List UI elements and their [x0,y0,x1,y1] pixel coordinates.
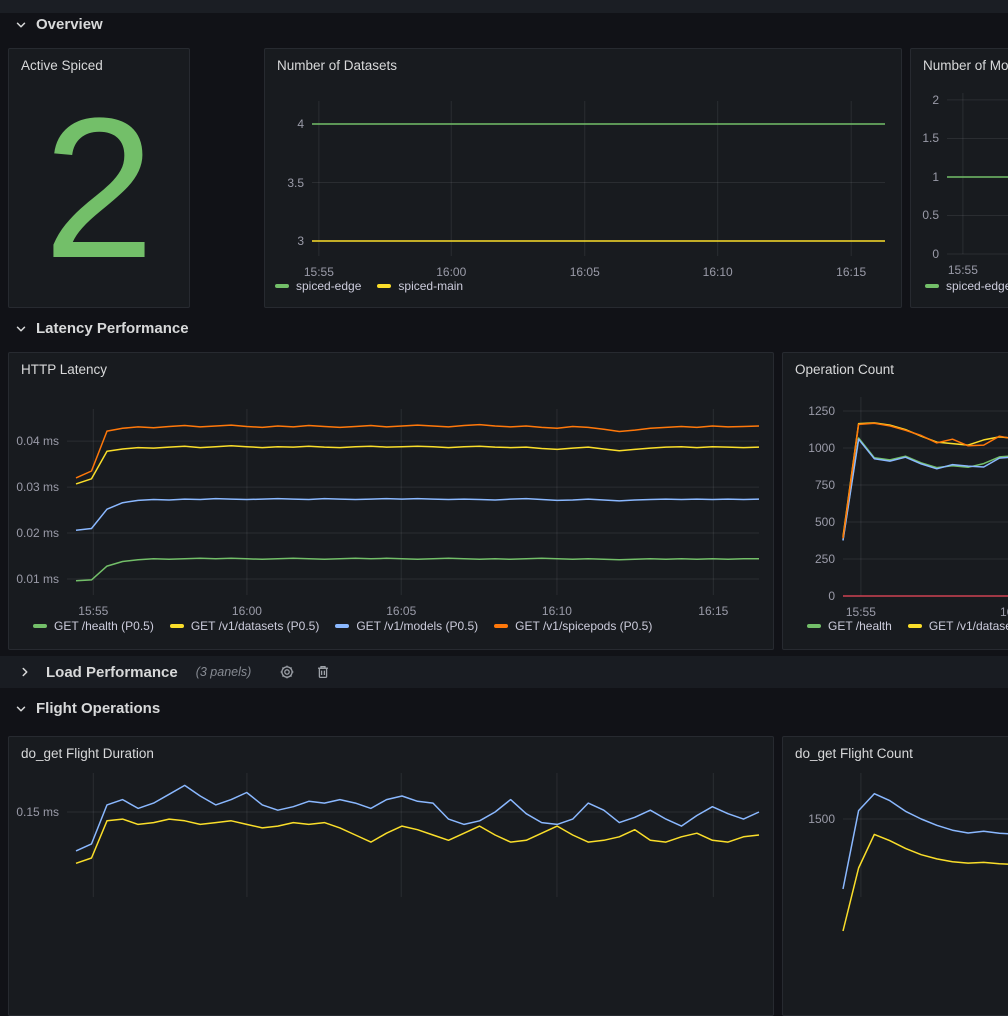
panel-number-of-datasets: Number of Datasets 43.5315:5516:0016:051… [264,48,902,308]
legend-label: spiced-main [398,279,463,293]
legend-label: GET /v1/spicepods (P0.5) [515,619,652,633]
legend-label: GET /v1/datasets [929,619,1008,633]
legend-item[interactable]: spiced-main [377,279,463,293]
chart-legend: spiced-edge spiced-main [275,279,463,293]
legend-item[interactable]: GET /health [807,619,892,633]
legend-swatch [170,624,184,628]
series-line [76,446,759,484]
panel-title[interactable]: Operation Count [795,362,894,377]
chart-canvas[interactable] [783,353,1008,649]
panel-number-of-models: Number of Models 21.510.5015:55spiced-ed… [910,48,1008,308]
legend-item[interactable]: GET /v1/datasets [908,619,1008,633]
section-header-overview[interactable]: Overview [14,16,103,33]
panel-do-get-flight-duration: do_get Flight Duration 0.15 ms [8,736,774,1016]
panel-title[interactable]: HTTP Latency [21,362,107,377]
legend-item[interactable]: GET /v1/spicepods (P0.5) [494,619,652,633]
panel-title[interactable]: Active Spiced [21,58,103,73]
stat-value: 2 [9,71,189,307]
panel-title[interactable]: do_get Flight Count [795,746,913,761]
panel-http-latency: HTTP Latency 0.04 ms0.03 ms0.02 ms0.01 m… [8,352,774,650]
chevron-right-icon [18,665,32,679]
chart-canvas[interactable] [783,737,1008,1015]
series-line [76,499,759,531]
section-header-load-performance[interactable]: Load Performance (3 panels) [0,656,1008,688]
section-title: Latency Performance [36,320,189,337]
legend-item[interactable]: spiced-edge [925,279,1008,293]
panel-title[interactable]: do_get Flight Duration [21,746,154,761]
legend-swatch [335,624,349,628]
timeseries-chart[interactable]: 12501000750500250015:5516:00GET /healthG… [783,353,1008,649]
section-header-latency-performance[interactable]: Latency Performance [14,320,189,337]
chevron-down-icon [14,322,28,336]
section-header-flight-operations[interactable]: Flight Operations [14,700,160,717]
chevron-down-icon [14,702,28,716]
legend-swatch [925,284,939,288]
panel-title[interactable]: Number of Datasets [277,58,397,73]
timeseries-chart[interactable]: 0.15 ms [9,737,773,1015]
section-title: Load Performance [46,664,178,681]
legend-label: spiced-edge [946,279,1008,293]
legend-item[interactable]: GET /v1/models (P0.5) [335,619,478,633]
section-title: Overview [36,16,103,33]
chart-legend: spiced-edge [925,279,1008,293]
legend-label: spiced-edge [296,279,361,293]
legend-swatch [807,624,821,628]
series-line [76,819,759,863]
chart-legend: GET /health (P0.5) GET /v1/datasets (P0.5… [33,619,652,633]
legend-label: GET /v1/models (P0.5) [356,619,478,633]
legend-swatch [377,284,391,288]
legend-label: GET /health [828,619,892,633]
panel-do-get-flight-count: do_get Flight Count 1500 [782,736,1008,1016]
series-line [843,423,1008,537]
chart-canvas[interactable] [265,49,901,307]
legend-item[interactable]: GET /v1/datasets (P0.5) [170,619,320,633]
timeseries-chart[interactable]: 21.510.5015:55spiced-edge [911,49,1008,307]
panel-operation-count: Operation Count 12501000750500250015:551… [782,352,1008,650]
series-line [76,558,759,581]
legend-swatch [33,624,47,628]
legend-label: GET /health (P0.5) [54,619,154,633]
legend-item[interactable]: spiced-edge [275,279,361,293]
legend-swatch [275,284,289,288]
legend-label: GET /v1/datasets (P0.5) [191,619,320,633]
legend-swatch [494,624,508,628]
chart-canvas[interactable] [911,49,1008,307]
section-title: Flight Operations [36,700,160,717]
chart-canvas[interactable] [9,737,773,1015]
legend-item[interactable]: GET /health (P0.5) [33,619,154,633]
series-line [76,425,759,478]
trash-icon[interactable] [315,664,331,680]
chart-canvas[interactable] [9,353,773,649]
timeseries-chart[interactable]: 43.5315:5516:0016:0516:1016:15spiced-edg… [265,49,901,307]
series-line [843,794,1008,889]
top-toolbar-strip [0,0,1008,13]
chart-legend: GET /health GET /v1/datasets [807,619,1008,633]
gear-icon[interactable] [279,664,295,680]
timeseries-chart[interactable]: 0.04 ms0.03 ms0.02 ms0.01 ms15:5516:0016… [9,353,773,649]
chevron-down-icon [14,18,28,32]
timeseries-chart[interactable]: 1500 [783,737,1008,1015]
panel-active-spiced: Active Spiced 2 [8,48,190,308]
panel-title[interactable]: Number of Models [923,58,1008,73]
series-line [843,439,1008,540]
series-line [843,438,1008,540]
legend-swatch [908,624,922,628]
panels-count-label: (3 panels) [196,665,252,679]
